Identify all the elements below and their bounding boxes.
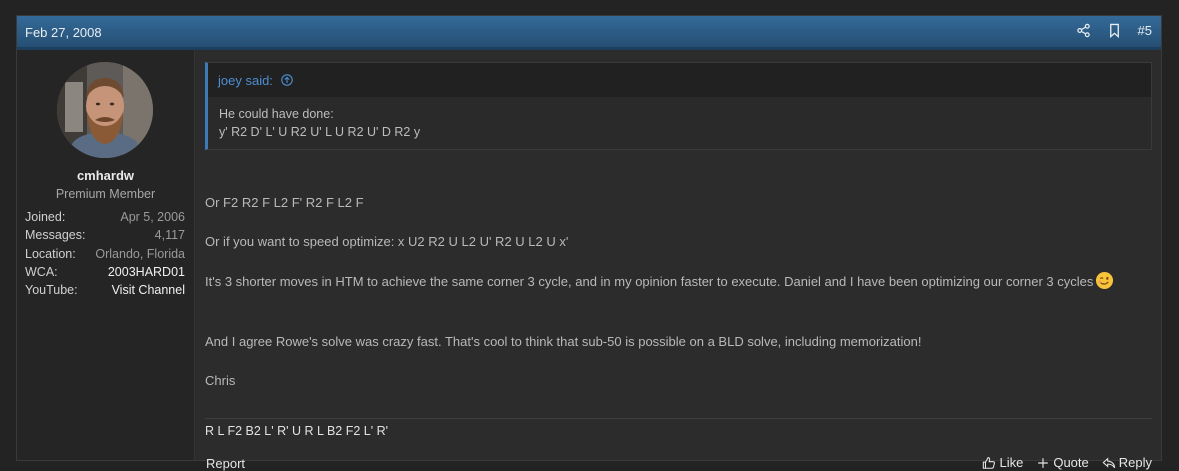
quote-line: He could have done: xyxy=(219,107,334,121)
stat-wca: WCA: 2003HARD01 xyxy=(25,263,185,281)
stat-key: WCA: xyxy=(25,264,58,279)
post-paragraph-with-emoji: It's 3 shorter moves in HTM to achieve t… xyxy=(205,271,1137,292)
post-actions: Like Quote Reply xyxy=(982,455,1152,470)
wink-emoji-icon xyxy=(1095,271,1114,290)
like-label: Like xyxy=(999,455,1024,470)
like-button[interactable]: Like xyxy=(982,455,1023,470)
user-stats: Joined: Apr 5, 2006 Messages: 4,117 Loca… xyxy=(25,208,185,299)
youtube-link[interactable]: Visit Channel xyxy=(112,281,185,299)
post-paragraph: Or if you want to speed optimize: x U2 R… xyxy=(205,234,569,249)
plus-icon xyxy=(1038,457,1049,468)
reply-label: Reply xyxy=(1118,455,1152,470)
share-icon[interactable] xyxy=(1076,23,1091,38)
stat-value[interactable]: 4,117 xyxy=(155,226,185,244)
stat-youtube: YouTube: Visit Channel xyxy=(25,281,185,299)
stat-key: YouTube: xyxy=(25,283,78,298)
stat-joined: Joined: Apr 5, 2006 xyxy=(25,208,185,226)
post-date[interactable]: Feb 27, 2008 xyxy=(25,25,102,40)
quote-author[interactable]: joey said: xyxy=(218,73,273,88)
post-number-link[interactable]: #5 xyxy=(1138,23,1152,38)
stat-value: Apr 5, 2006 xyxy=(120,210,185,224)
post-content: joey said: He could have done: y' R2 D' … xyxy=(205,50,1152,471)
quote-button[interactable]: Quote xyxy=(1036,455,1089,470)
quote-block: joey said: He could have done: y' R2 D' … xyxy=(205,62,1152,150)
post-signoff: Chris xyxy=(205,373,236,388)
post-paragraph: And I agree Rowe's solve was crazy fast.… xyxy=(205,334,922,349)
user-title: Premium Member xyxy=(55,187,156,201)
bookmark-icon[interactable] xyxy=(1107,23,1122,39)
thumbs-up-icon xyxy=(983,456,996,469)
reply-button[interactable]: Reply xyxy=(1102,455,1152,470)
post-header-icons: #5 xyxy=(1076,23,1152,39)
quote-header[interactable]: joey said: xyxy=(208,63,1151,97)
avatar[interactable] xyxy=(57,62,153,158)
wca-link[interactable]: 2003HARD01 xyxy=(108,263,185,281)
stat-key: Messages: xyxy=(25,228,86,243)
jump-to-quote-icon[interactable] xyxy=(280,74,293,86)
forum-post: Feb 27, 2008 #5 cmhardw Premium Member J… xyxy=(16,15,1162,471)
user-info-panel: cmhardw Premium Member Joined: Apr 5, 20… xyxy=(17,50,195,460)
signature-divider xyxy=(205,418,1152,419)
quote-label: Quote xyxy=(1053,455,1089,470)
reply-arrow-icon xyxy=(1102,456,1115,468)
stat-key: Joined: xyxy=(25,210,66,224)
stat-value[interactable]: Orlando, Florida xyxy=(95,245,185,263)
stat-messages: Messages: 4,117 xyxy=(25,226,185,244)
stat-key: Location: xyxy=(25,246,76,261)
post-paragraph: Or F2 R2 F L2 F' R2 F L2 F xyxy=(205,195,364,210)
username[interactable]: cmhardw xyxy=(17,168,194,183)
quote-body: He could have done: y' R2 D' L' U R2 U' … xyxy=(208,97,1151,141)
quote-line: y' R2 D' L' U R2 U' L U R2 U' D R2 y xyxy=(219,125,421,139)
stat-location: Location: Orlando, Florida xyxy=(25,245,185,263)
signature: R L F2 B2 L' R' U R L B2 F2 L' R' xyxy=(205,424,388,438)
post-header: Feb 27, 2008 #5 xyxy=(17,16,1161,50)
post-paragraph-text: It's 3 shorter moves in HTM to achieve t… xyxy=(205,274,1094,289)
